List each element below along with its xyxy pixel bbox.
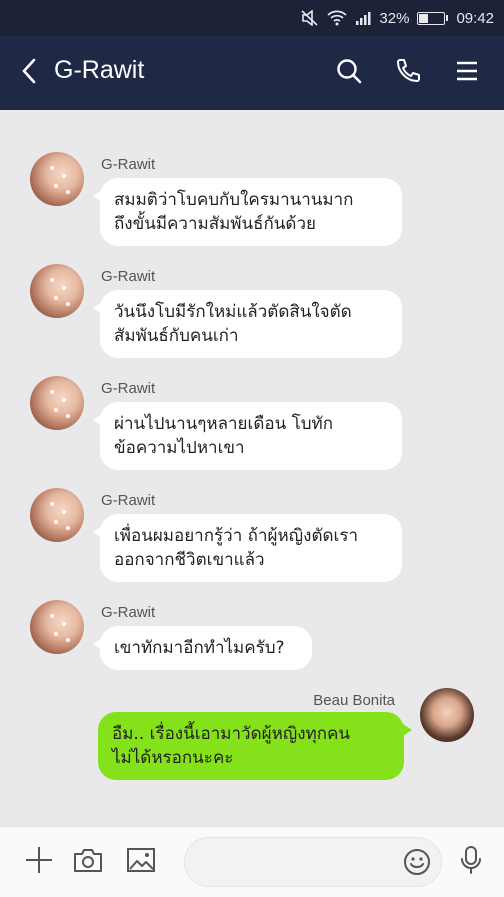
clock: 09:42 — [456, 9, 494, 27]
message-bubble[interactable]: วันนึงโบมีรักใหม่แล้วตัดสินใจตัด สัมพันธ… — [93, 290, 402, 358]
chat-header: G-Rawit — [0, 36, 504, 110]
sender-name: G-Rawit — [101, 604, 156, 621]
microphone-icon — [459, 845, 483, 879]
chat-title: G-Rawit — [54, 56, 145, 84]
message-bubble[interactable]: อืม.. เรื่องนี้เอามาวัดผู้หญิงทุกคน ไม่ไ… — [98, 712, 412, 780]
sender-name: Beau Bonita — [313, 692, 395, 709]
signal-icon — [355, 11, 371, 26]
avatar[interactable] — [420, 688, 474, 742]
message-input-container — [184, 837, 442, 888]
avatar[interactable] — [30, 600, 84, 654]
message-bubble[interactable]: เขาทักมาอีกทำไมครับ? — [93, 626, 312, 670]
message-line: ผ่านไปนานๆหลายเดือน โบทัก — [114, 414, 334, 434]
sender-name: G-Rawit — [101, 156, 156, 173]
sender-name: G-Rawit — [101, 492, 156, 509]
image-icon — [126, 847, 156, 877]
mute-icon — [301, 10, 319, 26]
message-line: สัมพันธ์กับคนเก่า — [114, 326, 239, 346]
emoji-button[interactable] — [403, 848, 431, 876]
message-bubble[interactable]: สมมติว่าโบคบกับใครมานานมาก ถึงขั้นมีความ… — [93, 178, 402, 246]
message-line: ถึงขั้นมีความสัมพันธ์กันด้วย — [114, 214, 316, 234]
chat-area[interactable]: G-Rawit สมมติว่าโบคบกับใครมานานมาก ถึงขั… — [0, 110, 504, 826]
menu-icon — [455, 60, 479, 86]
avatar[interactable] — [30, 488, 84, 542]
phone-icon — [395, 58, 421, 88]
message-line: ไม่ได้หรอกนะคะ — [112, 748, 234, 768]
input-bar — [0, 826, 504, 897]
sender-name: G-Rawit — [101, 380, 156, 397]
voice-button[interactable] — [454, 845, 488, 879]
avatar[interactable] — [30, 376, 84, 430]
plus-icon — [24, 845, 54, 879]
message-line: วันนึงโบมีรักใหม่แล้วตัดสินใจตัด — [114, 302, 352, 322]
status-bar-right: 32% 09:42 — [301, 0, 494, 36]
menu-button[interactable] — [452, 58, 482, 88]
emoji-icon — [404, 849, 430, 875]
add-button[interactable] — [22, 845, 56, 879]
battery-percent: 32% — [379, 9, 410, 27]
battery-icon — [417, 11, 449, 25]
back-arrow-icon — [21, 58, 37, 88]
message-line: เพื่อนผมอยากรู้ว่า ถ้าผู้หญิงตัดเรา — [114, 526, 359, 546]
message-line: อืม.. เรื่องนี้เอามาวัดผู้หญิงทุกคน — [112, 724, 351, 744]
message-line: เขาทักมาอีกทำไมครับ? — [114, 638, 285, 658]
camera-icon — [73, 847, 103, 877]
status-bar: 32% 09:42 — [0, 0, 504, 36]
message-line: สมมติว่าโบคบกับใครมานานมาก — [114, 190, 354, 210]
back-button[interactable] — [14, 58, 44, 88]
message-input[interactable] — [203, 838, 407, 888]
message-line: ข้อความไปหาเขา — [114, 438, 245, 458]
message-line: ออกจากชีวิตเขาแล้ว — [114, 550, 265, 570]
message-bubble[interactable]: ผ่านไปนานๆหลายเดือน โบทัก ข้อความไปหาเขา — [93, 402, 402, 470]
call-button[interactable] — [393, 58, 423, 88]
avatar[interactable] — [30, 264, 84, 318]
sender-name: G-Rawit — [101, 268, 156, 285]
wifi-icon — [327, 10, 348, 26]
message-bubble[interactable]: เพื่อนผมอยากรู้ว่า ถ้าผู้หญิงตัดเรา ออกจ… — [93, 514, 402, 582]
avatar[interactable] — [30, 152, 84, 206]
search-icon — [336, 58, 362, 88]
search-button[interactable] — [334, 58, 364, 88]
camera-button[interactable] — [71, 845, 105, 879]
gallery-button[interactable] — [124, 845, 158, 879]
